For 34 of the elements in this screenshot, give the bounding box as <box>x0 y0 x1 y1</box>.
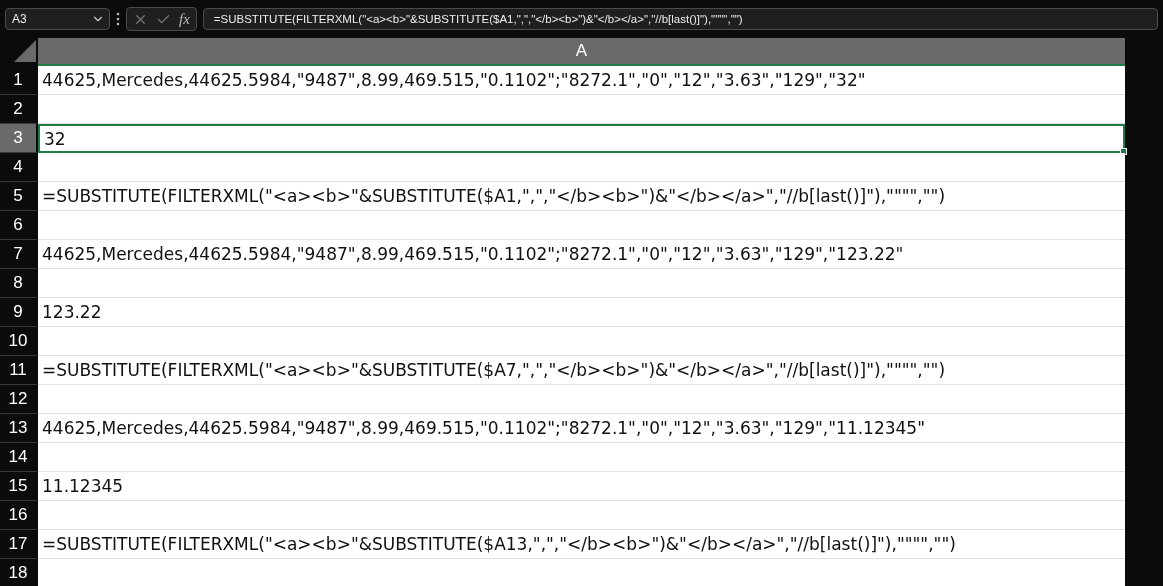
insert-function-icon[interactable]: fx <box>179 10 190 28</box>
cell-text: 44625,Mercedes,44625.5984,"9487",8.99,469.515,"0.1102";"8272.1","0","12","3.63","129","32" <box>42 70 866 90</box>
row-header[interactable]: 3 <box>0 124 38 153</box>
table-cell[interactable]: 44625,Mercedes,44625.5984,"9487",8.99,469.515,"0.1102";"8272.1","0","12","3.63","129","11.12345" <box>38 414 1125 443</box>
table-cell[interactable]: 123.22 <box>38 298 1125 327</box>
cell-text: =SUBSTITUTE(FILTERXML("<a><b>"&SUBSTITUTE($A7,",","</b><b>")&"</b></a>","//b[last()]"),"""","") <box>42 360 946 380</box>
table-cell[interactable] <box>38 385 1125 414</box>
cell-text: 44625,Mercedes,44625.5984,"9487",8.99,469.515,"0.1102";"8272.1","0","12","3.63","129","11.12345" <box>42 418 925 438</box>
table-cell[interactable] <box>38 269 1125 298</box>
table-cell[interactable]: =SUBSTITUTE(FILTERXML("<a><b>"&SUBSTITUTE($A1,",","</b><b>")&"</b></a>","//b[last()]"),"""","") <box>38 182 1125 211</box>
more-options-icon[interactable] <box>116 12 120 26</box>
table-cell[interactable] <box>38 443 1125 472</box>
table-cell[interactable] <box>38 211 1125 240</box>
name-box[interactable]: A3 <box>5 8 110 30</box>
cell-text: =SUBSTITUTE(FILTERXML("<a><b>"&SUBSTITUTE($A13,",","</b><b>")&"</b></a>","//b[last()]"),"""","") <box>42 534 956 554</box>
cell-text: 11.12345 <box>42 476 124 496</box>
selected-cell[interactable]: 32 <box>38 124 1125 153</box>
table-cell[interactable]: =SUBSTITUTE(FILTERXML("<a><b>"&SUBSTITUTE($A7,",","</b><b>")&"</b></a>","//b[last()]"),"""","") <box>38 356 1125 385</box>
table-cell[interactable]: =SUBSTITUTE(FILTERXML("<a><b>"&SUBSTITUTE($A13,",","</b><b>")&"</b></a>","//b[last()]"),"""","") <box>38 530 1125 559</box>
cell-text: 44625,Mercedes,44625.5984,"9487",8.99,469.515,"0.1102";"8272.1","0","12","3.63","129","123.22" <box>42 244 904 264</box>
formula-bar[interactable]: =SUBSTITUTE(FILTERXML("<a><b>"&SUBSTITUTE($A1,",","</b><b>")&"</b></a>","//b[last()]"),"""","") <box>202 8 1158 30</box>
cell-text: =SUBSTITUTE(FILTERXML("<a><b>"&SUBSTITUTE($A1,",","</b><b>")&"</b></a>","//b[last()]"),"""","") <box>42 186 946 206</box>
table-cell[interactable] <box>38 559 1125 586</box>
table-cell[interactable] <box>38 501 1125 530</box>
cell-text: 123.22 <box>42 302 102 322</box>
select-all-icon[interactable] <box>14 40 36 62</box>
table-cell[interactable] <box>38 95 1125 124</box>
table-cell[interactable] <box>38 327 1125 356</box>
table-cell[interactable]: 44625,Mercedes,44625.5984,"9487",8.99,469.515,"0.1102";"8272.1","0","12","3.63","129","32" <box>38 66 1125 95</box>
column-header[interactable]: A <box>38 38 1125 66</box>
table-cell[interactable]: 11.12345 <box>38 472 1125 501</box>
cell-text: 32 <box>44 128 66 149</box>
table-cell[interactable] <box>38 153 1125 182</box>
table-cell[interactable]: 44625,Mercedes,44625.5984,"9487",8.99,469.515,"0.1102";"8272.1","0","12","3.63","129","123.22" <box>38 240 1125 269</box>
